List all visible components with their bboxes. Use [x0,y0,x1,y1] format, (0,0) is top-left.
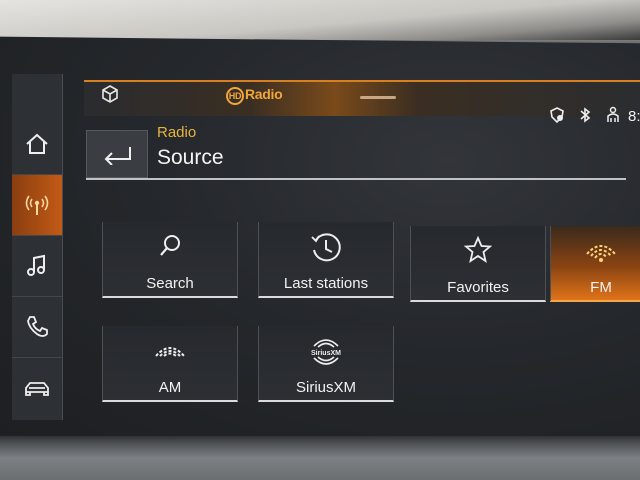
source-tile-label: FM [590,279,612,296]
clock: 8: [628,108,640,125]
source-tile-label: Last stations [283,275,369,292]
page-title: Source [157,146,224,169]
sidebar-item-music[interactable] [12,236,62,297]
source-tile-label: SiriusXM [295,379,356,396]
source-tile-label: Search [146,275,194,292]
breadcrumb: Radio [157,124,197,141]
user-profile-icon [607,106,619,122]
phone-icon [27,316,48,337]
sidebar-item-radio[interactable] [12,175,62,236]
bezel-bottom [0,436,640,480]
back-button[interactable] [86,130,148,178]
bezel-top [0,0,640,40]
source-tile-siriusxm[interactable]: SiriusXM SiriusXM [258,326,394,402]
back-arrow-icon [104,147,131,165]
sidebar [12,74,63,420]
hd-radio-label: Radio [245,86,283,102]
sidebar-item-car[interactable] [12,358,62,418]
source-tile-fm[interactable]: FM [550,226,640,302]
music-note-icon [27,254,45,276]
am-signal-icon [155,347,185,357]
status-icons [548,106,622,124]
siriusxm-logo-text: SiriusXM [311,350,341,357]
hd-radio-badge: HD [226,87,244,105]
hd-radio-logo: HD Radio [226,86,283,105]
source-tile-am[interactable]: AM [102,326,238,402]
home-icon [26,133,48,154]
sidebar-item-phone[interactable] [12,297,62,358]
cube-icon[interactable] [100,84,120,104]
clock-history-icon [311,233,341,262]
driver-assist-icon [550,107,564,124]
fm-signal-icon [586,245,616,262]
bluetooth-icon [580,107,591,123]
pull-down-handle[interactable] [360,96,396,99]
source-tile-search[interactable]: Search [102,222,238,298]
source-tile-label: AM [158,379,182,396]
sidebar-item-home[interactable] [12,114,62,175]
star-icon [463,235,493,263]
source-tile-label: Favorites [447,279,509,296]
search-icon [160,235,180,256]
radio-antenna-icon [25,195,49,215]
source-tile-last-stations[interactable]: Last stations [258,222,394,298]
source-tile-favorites[interactable]: Favorites [410,226,546,302]
car-icon [25,382,49,396]
siriusxm-icon: SiriusXM [311,339,341,365]
